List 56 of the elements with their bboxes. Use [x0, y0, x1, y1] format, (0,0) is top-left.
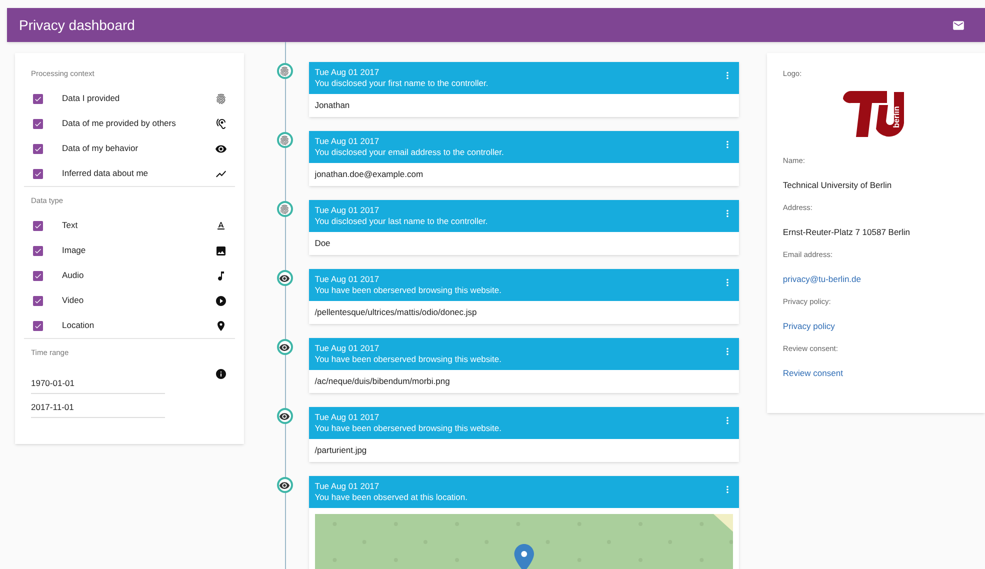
- event-date: Tue Aug 01 2017: [314, 343, 380, 354]
- event-date: Tue Aug 01 2017: [314, 67, 380, 78]
- checkbox[interactable]: [33, 94, 43, 104]
- link[interactable]: Privacy policy: [782, 321, 835, 332]
- event-date: Tue Aug 01 2017: [314, 481, 380, 492]
- app-title: Privacy dashboard: [19, 17, 135, 33]
- info-icon[interactable]: [214, 368, 227, 380]
- checkbox[interactable]: [33, 144, 43, 154]
- event-date: Tue Aug 01 2017: [314, 136, 380, 147]
- field-value: Technical University of Berlin: [782, 180, 893, 191]
- university-logo: berlin: [842, 91, 905, 138]
- checkbox[interactable]: [33, 296, 43, 306]
- eye-icon: [214, 142, 227, 154]
- link[interactable]: privacy@tu-berlin.de: [782, 274, 861, 285]
- link[interactable]: Review consent: [782, 368, 843, 379]
- filter-label: Data I provided: [62, 93, 121, 104]
- filter-label: Video: [62, 295, 85, 306]
- event-description: You have been observed at this location.: [314, 492, 468, 503]
- fingerprint-icon: [214, 92, 227, 104]
- event-description: You have been oberserved browsing this website.: [314, 285, 502, 296]
- checkbox[interactable]: [33, 246, 43, 256]
- event-description: You have been oberserved browsing this website.: [314, 354, 502, 365]
- filter-label: Audio: [62, 270, 85, 281]
- event-description: You disclosed your last name to the controller.: [314, 216, 488, 227]
- date-field[interactable]: 2017-11-01: [31, 402, 165, 418]
- event-date: Tue Aug 01 2017: [314, 205, 380, 216]
- event-date: Tue Aug 01 2017: [314, 412, 380, 423]
- date-field[interactable]: 1970-01-01: [31, 368, 165, 394]
- play-icon: [214, 294, 227, 306]
- event-value: /pellentesque/ultrices/mattis/odio/donec.jsp: [314, 307, 477, 318]
- filter-label: Image: [62, 245, 87, 256]
- checkbox[interactable]: [33, 270, 43, 280]
- field-value: Ernst-Reuter-Platz 7 10587 Berlin: [782, 227, 912, 238]
- checkbox[interactable]: [33, 118, 43, 128]
- filter-label: Text: [62, 220, 79, 231]
- checkbox[interactable]: [33, 220, 43, 230]
- image-icon: [214, 244, 227, 256]
- filter-label: Location: [62, 320, 96, 331]
- filter-label: Data of me provided by others: [62, 118, 177, 129]
- filter-label: Data of my behavior: [62, 143, 140, 154]
- event-value: Jonathan: [314, 100, 350, 111]
- event-description: You disclosed your first name to the controller.: [314, 78, 488, 89]
- event-description: You have been oberserved browsing this website.: [314, 423, 502, 434]
- text-format-icon: [214, 220, 227, 232]
- event-date: Tue Aug 01 2017: [314, 274, 380, 285]
- event-value: Doe: [314, 238, 330, 249]
- checkbox[interactable]: [33, 320, 43, 330]
- location-pin-icon: [214, 320, 227, 332]
- event-value: jonathan.doe@example.com: [314, 169, 424, 180]
- filter-label: Inferred data about me: [62, 168, 150, 179]
- event-value: /parturient.jpg: [314, 445, 367, 456]
- event-description: You disclosed your email address to the controller.: [314, 147, 504, 158]
- ear-icon: [214, 118, 227, 130]
- event-value: /ac/neque/duis/bibendum/morbi.png: [314, 376, 450, 387]
- mail-icon[interactable]: [952, 18, 965, 32]
- checkbox[interactable]: [33, 168, 43, 178]
